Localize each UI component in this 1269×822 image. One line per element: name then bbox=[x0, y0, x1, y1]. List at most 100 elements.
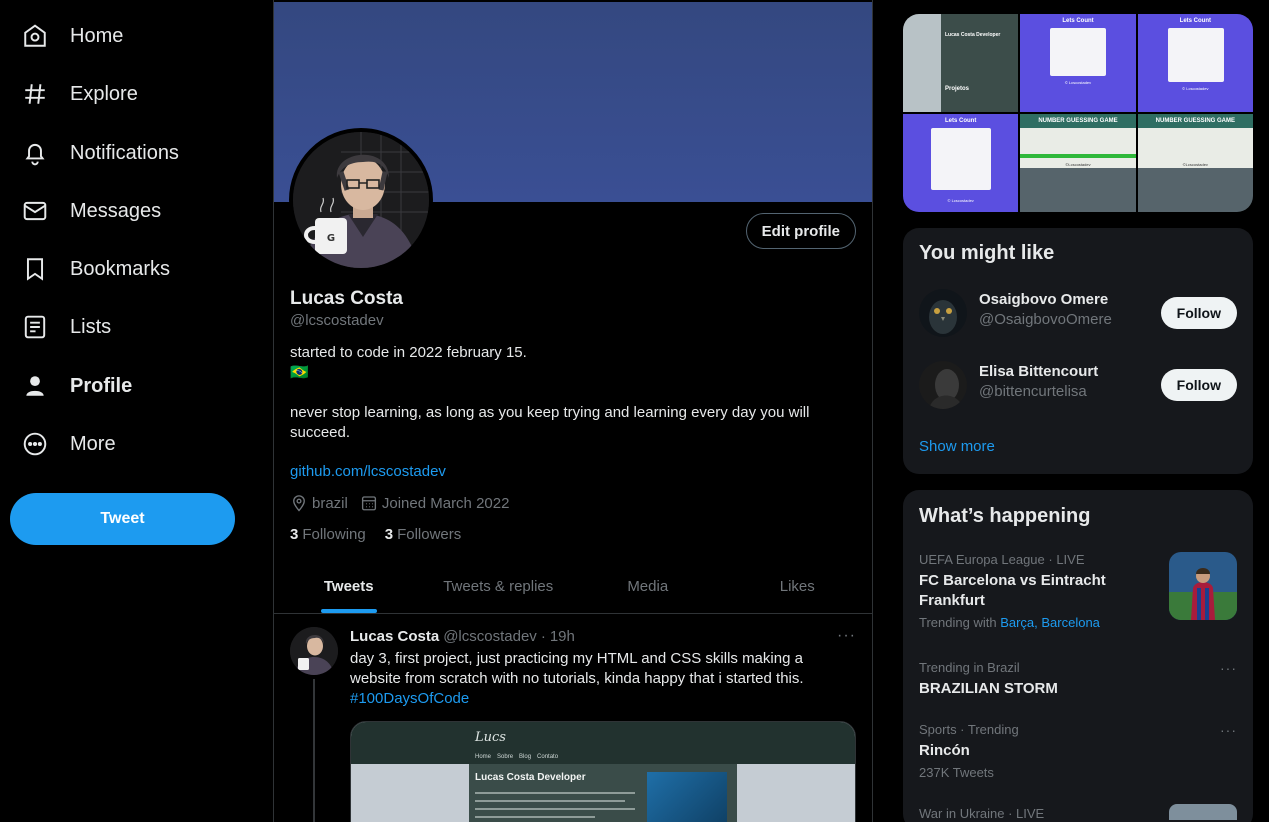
tweet-time[interactable]: 19h bbox=[550, 628, 575, 645]
media-text-line bbox=[475, 808, 635, 810]
thumb-title: Lets Count bbox=[1062, 18, 1094, 24]
nav-messages[interactable]: Messages bbox=[10, 186, 250, 236]
thumb-title: NUMBER GUESSING GAME bbox=[1038, 118, 1118, 124]
nav-lists[interactable]: Lists bbox=[10, 302, 250, 352]
suggested-user-avatar[interactable] bbox=[919, 289, 967, 337]
trend-item[interactable]: UEFA Europa League · LIVE FC Barcelona v… bbox=[919, 552, 1237, 630]
media-thumb[interactable]: NUMBER GUESSING GAME ©Lcscostadev bbox=[1020, 114, 1136, 212]
media-site-content: Lucas Costa Developer bbox=[469, 764, 737, 822]
thumb-footer: © Lcscostadev bbox=[1064, 80, 1092, 85]
trend-item[interactable]: Sports · Trending Rincón 237K Tweets ··· bbox=[919, 722, 1237, 780]
suggested-user-name: Osaigbovo Omere bbox=[979, 291, 1109, 308]
calendar-icon bbox=[361, 496, 376, 511]
nav-more[interactable]: More bbox=[10, 419, 250, 469]
tweet-media-image[interactable]: Lucs Home Sobre Blog Contato Lucas Costa… bbox=[350, 721, 856, 822]
trend-tweet-count: 237K Tweets bbox=[919, 765, 994, 780]
media-thumb[interactable]: Lets Count © Lcscostadev bbox=[903, 114, 1019, 212]
media-site-header: Lucs Home Sobre Blog Contato bbox=[351, 722, 855, 764]
media-nav-item: Contato bbox=[537, 754, 559, 760]
media-nav-item: Blog bbox=[519, 754, 532, 760]
location-pin-icon bbox=[293, 495, 305, 512]
thumb-form bbox=[1050, 28, 1107, 76]
media-nav-item: Sobre bbox=[497, 754, 514, 760]
tweet-author-handle[interactable]: @lcscostadev bbox=[443, 628, 537, 645]
thumb-site-page bbox=[941, 14, 1019, 112]
profile-media-grid: Lucas Costa Developer Projetos Lets Coun… bbox=[903, 14, 1253, 212]
bio-line-2: never stop learning, as long as you keep… bbox=[290, 404, 810, 441]
followers-count: 3 bbox=[384, 526, 394, 543]
media-text-line bbox=[475, 816, 595, 818]
profile-website-link[interactable]: github.com/lcscostadev bbox=[290, 463, 446, 480]
following-link[interactable]: 3 Following bbox=[290, 526, 366, 543]
person-icon bbox=[26, 376, 44, 396]
tweet-more-icon[interactable]: ··· bbox=[837, 627, 856, 645]
profile-bio: started to code in 2022 february 15. 🇧🇷 … bbox=[290, 343, 850, 443]
media-text-line bbox=[475, 792, 635, 794]
envelope-icon bbox=[23, 201, 47, 221]
trend-more-icon[interactable]: ··· bbox=[1220, 722, 1237, 738]
tab-tweets[interactable]: Tweets bbox=[274, 560, 424, 613]
suggested-user[interactable]: Osaigbovo Omere @OsaigbovoOmere Follow bbox=[919, 287, 1237, 339]
edit-profile-button[interactable]: Edit profile bbox=[745, 213, 856, 249]
bookmark-icon bbox=[26, 258, 44, 281]
trends-title: What’s happening bbox=[919, 505, 1091, 527]
suggested-user[interactable]: Elisa Bittencourt @bittencurtelisa Follo… bbox=[919, 359, 1237, 411]
tweet-separator: · bbox=[540, 628, 546, 645]
thread-line bbox=[313, 679, 315, 822]
media-thumb[interactable]: NUMBER GUESSING GAME ©Lcscostadev bbox=[1137, 114, 1253, 212]
media-thumb[interactable]: Lets Count © Lcscostadev bbox=[1020, 14, 1136, 112]
trend-thumbnail[interactable] bbox=[1169, 804, 1237, 820]
profile-avatar[interactable]: G bbox=[289, 128, 433, 272]
follow-button[interactable]: Follow bbox=[1160, 369, 1237, 401]
thumb-bar bbox=[1020, 154, 1136, 158]
nav-home[interactable]: Home bbox=[10, 11, 250, 61]
trend-meta: Trending in Brazil bbox=[919, 660, 1020, 675]
tweet-author-avatar[interactable] bbox=[290, 627, 338, 675]
nav-profile[interactable]: Profile bbox=[10, 361, 250, 411]
trend-sub-prefix: Trending with bbox=[919, 615, 997, 630]
trend-meta: Sports · Trending bbox=[919, 722, 1019, 737]
nav-explore[interactable]: Explore bbox=[10, 69, 250, 119]
thumb-title: Lets Count bbox=[944, 118, 977, 124]
thumb-title: Lets Count bbox=[1179, 18, 1211, 24]
profile-column: G Edit profile Lucas Costa @lcscostadev … bbox=[273, 0, 873, 822]
trend-item[interactable]: Trending in Brazil BRAZILIAN STORM ··· bbox=[919, 660, 1237, 699]
avatar-illustration-small bbox=[290, 627, 338, 675]
followers-link[interactable]: 3 Followers bbox=[385, 526, 462, 543]
profile-joined: Joined March 2022 bbox=[381, 494, 510, 512]
show-more-link[interactable]: Show more bbox=[919, 438, 995, 455]
bio-flag: 🇧🇷 bbox=[290, 364, 309, 381]
trend-related-links[interactable]: Barça, Barcelona bbox=[1000, 615, 1100, 630]
tweet-item[interactable]: Lucas Costa @lcscostadev · 19h ··· day 3… bbox=[274, 615, 872, 822]
profile-location: brazil bbox=[312, 494, 348, 512]
bell-icon bbox=[25, 143, 45, 166]
thumb-footer: © Lcscostadev bbox=[1182, 86, 1209, 91]
tweet-button[interactable]: Tweet bbox=[10, 493, 235, 545]
media-nav-item: Home bbox=[475, 754, 492, 760]
tab-tweets-replies[interactable]: Tweets & replies bbox=[424, 560, 574, 613]
suggested-user-avatar[interactable] bbox=[919, 361, 967, 409]
tweet-header: Lucas Costa @lcscostadev · 19h bbox=[350, 628, 575, 645]
follow-button[interactable]: Follow bbox=[1160, 297, 1237, 329]
tab-likes[interactable]: Likes bbox=[723, 560, 873, 613]
thumb-title: NUMBER GUESSING GAME bbox=[1155, 118, 1235, 124]
owl-avatar-image bbox=[919, 289, 967, 337]
tweet-author-name[interactable]: Lucas Costa bbox=[350, 628, 439, 645]
following-count: 3 bbox=[290, 526, 299, 543]
nav-bookmarks-label: Bookmarks bbox=[70, 257, 171, 280]
trend-title: FC Barcelona vs Eintracht Frankfurt bbox=[919, 572, 1106, 609]
suggested-user-handle: @OsaigbovoOmere bbox=[979, 311, 1112, 328]
media-thumb[interactable]: Lets Count © Lcscostadev bbox=[1137, 14, 1253, 112]
tab-media[interactable]: Media bbox=[573, 560, 723, 613]
trend-title: Rincón bbox=[919, 742, 970, 759]
trend-more-icon[interactable]: ··· bbox=[1220, 660, 1237, 676]
media-thumb[interactable]: Lucas Costa Developer Projetos bbox=[903, 14, 1019, 112]
nav-notifications[interactable]: Notifications bbox=[10, 128, 250, 178]
tweet-hashtag[interactable]: #100DaysOfCode bbox=[350, 690, 469, 707]
media-site-heading: Lucas Costa Developer bbox=[475, 772, 586, 783]
nav-bookmarks[interactable]: Bookmarks bbox=[10, 244, 250, 294]
trend-item[interactable]: War in Ukraine · LIVE bbox=[919, 804, 1237, 821]
thumb-title: Lucas Costa Developer bbox=[945, 32, 1001, 38]
list-icon bbox=[24, 315, 46, 339]
trend-thumbnail[interactable] bbox=[1169, 552, 1237, 620]
